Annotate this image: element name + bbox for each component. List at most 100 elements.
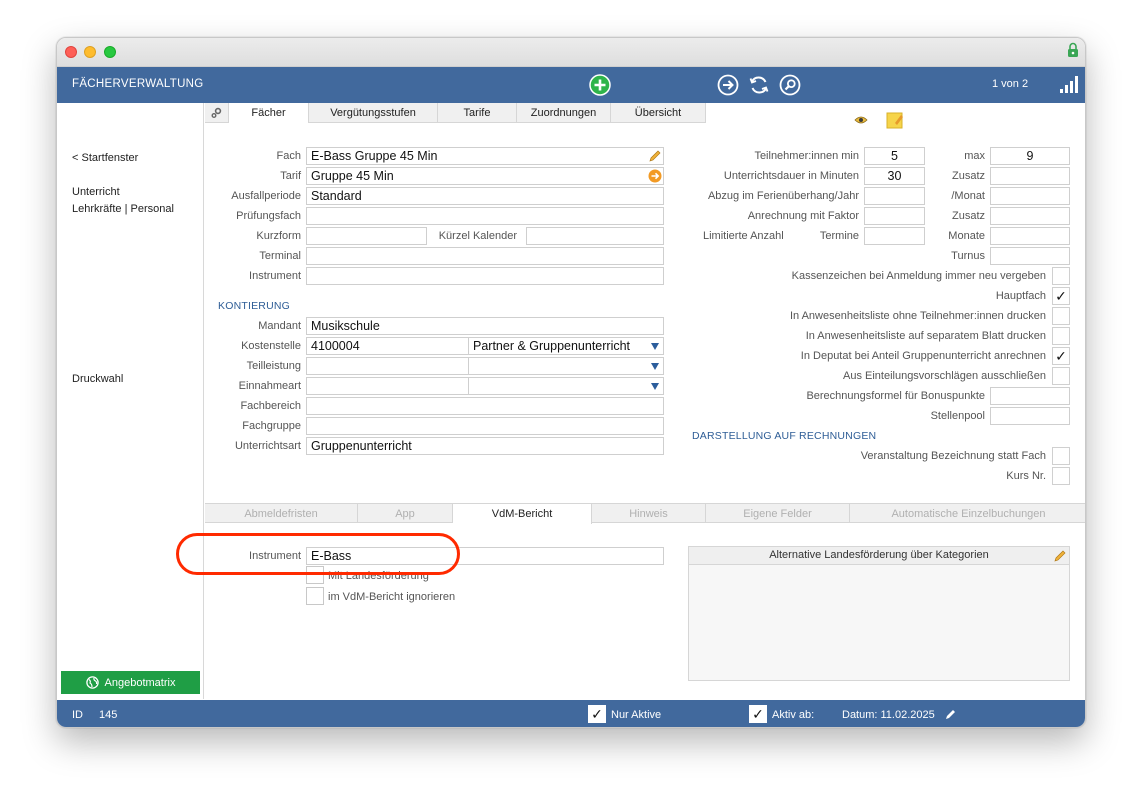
chevron-down-icon <box>651 383 659 390</box>
stellenpool-field[interactable] <box>990 407 1070 425</box>
kostenstelle-select[interactable]: Partner & Gruppenunterricht <box>468 337 664 355</box>
tab-zuordnungen[interactable]: Zuordnungen <box>517 103 611 122</box>
veranstaltung-label: Veranstaltung Bezeichnung statt Fach <box>860 450 1046 462</box>
einnahmeart-field[interactable] <box>306 377 469 395</box>
eye-icon[interactable] <box>854 115 868 125</box>
mandant-field[interactable]: Musikschule <box>306 317 664 335</box>
unterrichtsart-label: Unterrichtsart <box>234 440 301 452</box>
fachgruppe-label: Fachgruppe <box>242 420 301 432</box>
monat-label: /Monat <box>951 190 985 202</box>
terminal-label: Terminal <box>259 250 301 262</box>
tarif-field[interactable]: Gruppe 45 Min <box>306 167 664 185</box>
einteilung-label: Aus Einteilungsvorschlägen ausschließen <box>842 370 1046 382</box>
teilleistung-field[interactable] <box>306 357 469 375</box>
teilnehmer-min-label: Teilnehmer:innen min <box>754 150 859 162</box>
lock-icon <box>1068 42 1078 57</box>
refresh-button[interactable] <box>747 73 771 97</box>
aktiv-ab-label: Aktiv ab: <box>772 709 815 721</box>
max-field[interactable]: 9 <box>990 147 1070 165</box>
anwesenheit-ohne-tn-label: In Anwesenheitsliste ohne Teilnehmer:inn… <box>789 310 1046 322</box>
kurzform-field[interactable] <box>306 227 427 245</box>
tab-tarife[interactable]: Tarife <box>438 103 517 122</box>
stellenpool-label: Stellenpool <box>930 410 985 422</box>
tab-eigene-felder[interactable]: Eigene Felder <box>706 504 850 523</box>
add-record-button[interactable] <box>588 73 612 97</box>
pruefungsfach-field[interactable] <box>306 207 664 225</box>
kassenzeichen-checkbox[interactable] <box>1052 267 1070 285</box>
nur-aktive-checkbox[interactable]: ✓ <box>588 705 606 723</box>
vdm-ignorieren-label: im VdM-Bericht ignorieren <box>328 591 456 603</box>
einnahmeart-label: Einnahmeart <box>238 380 301 392</box>
panel-title: Alternative Landesförderung über Kategor… <box>689 547 1069 565</box>
kuerzel-kalender-label: Kürzel Kalender <box>438 230 517 242</box>
zusatz-2-label: Zusatz <box>951 210 985 222</box>
sidebar-back-startfenster[interactable]: < Startfenster <box>72 152 138 164</box>
kostenstelle-field[interactable]: 4100004 <box>306 337 469 355</box>
sidebar-item-unterricht[interactable]: Unterricht <box>72 186 120 198</box>
status-footer: ID 145 ✓ Nur Aktive ✓ Aktiv ab: Datum: 1… <box>57 700 1085 727</box>
search-button[interactable] <box>778 73 802 97</box>
tab-automatische-einzelbuchungen[interactable]: Automatische Einzelbuchungen <box>850 504 1085 523</box>
pencil-icon[interactable] <box>648 149 662 163</box>
hauptfach-checkbox[interactable]: ✓ <box>1052 287 1070 305</box>
veranstaltung-checkbox[interactable] <box>1052 447 1070 465</box>
unterrichtsdauer-field[interactable]: 30 <box>864 167 925 185</box>
vdm-ignorieren-checkbox[interactable] <box>306 587 324 605</box>
datum-value: Datum: 11.02.2025 <box>842 709 935 721</box>
pencil-icon[interactable] <box>1053 549 1067 563</box>
instrument-field[interactable] <box>306 267 664 285</box>
tab-app[interactable]: App <box>358 504 453 523</box>
pencil-icon[interactable] <box>945 708 957 720</box>
anrechnung-faktor-field[interactable] <box>864 207 925 225</box>
sidebar-item-lehrkraefte[interactable]: Lehrkräfte | Personal <box>72 203 174 215</box>
anwesenheit-separat-checkbox[interactable] <box>1052 327 1070 345</box>
sidebar-item-druckwahl[interactable]: Druckwahl <box>72 373 123 385</box>
anwesenheit-ohne-tn-checkbox[interactable] <box>1052 307 1070 325</box>
fachgruppe-field[interactable] <box>306 417 664 435</box>
ausfallperiode-field[interactable]: Standard <box>306 187 664 205</box>
max-label: max <box>964 150 985 162</box>
fachbereich-field[interactable] <box>306 397 664 415</box>
tab-vdm-bericht[interactable]: VdM-Bericht <box>453 504 592 524</box>
tab-hinweis[interactable]: Hinweis <box>592 504 706 523</box>
abzug-ferien-field[interactable] <box>864 187 925 205</box>
terminal-field[interactable] <box>306 247 664 265</box>
fach-label: Fach <box>276 150 301 162</box>
settings-tab-button[interactable] <box>205 103 229 122</box>
termine-field[interactable] <box>864 227 925 245</box>
top-tabbar: Fächer Vergütungsstufen Tarife Zuordnung… <box>205 103 706 123</box>
einteilung-checkbox[interactable] <box>1052 367 1070 385</box>
bonuspunkte-field[interactable] <box>990 387 1070 405</box>
teilnehmer-min-field[interactable]: 5 <box>864 147 925 165</box>
zusatz-1-field[interactable] <box>990 167 1070 185</box>
tab-verguetungsstufen[interactable]: Vergütungsstufen <box>309 103 438 122</box>
kontierung-heading: KONTIERUNG <box>218 300 291 312</box>
zusatz-2-field[interactable] <box>990 207 1070 225</box>
next-record-button[interactable] <box>716 73 740 97</box>
note-icon[interactable] <box>886 111 904 129</box>
kurs-nr-checkbox[interactable] <box>1052 467 1070 485</box>
signal-bars-icon[interactable] <box>1059 75 1079 94</box>
deputat-checkbox[interactable]: ✓ <box>1052 347 1070 365</box>
zoom-window-button[interactable] <box>104 46 116 58</box>
close-window-button[interactable] <box>65 46 77 58</box>
kuerzel-kalender-field[interactable] <box>526 227 664 245</box>
monate-field[interactable] <box>990 227 1070 245</box>
angebotmatrix-button[interactable]: Angebotmatrix <box>61 671 200 694</box>
unterrichtsart-field[interactable]: Gruppenunterricht <box>306 437 664 455</box>
arrow-right-circle-icon[interactable] <box>648 169 662 183</box>
turnus-field[interactable] <box>990 247 1070 265</box>
tab-faecher[interactable]: Fächer <box>229 103 309 123</box>
arrow-right-circle-icon <box>717 74 739 96</box>
app-header: FÄCHERVERWALTUNG 1 von 2 <box>57 67 1085 103</box>
refresh-icon <box>749 76 769 94</box>
minimize-window-button[interactable] <box>84 46 96 58</box>
monat-field[interactable] <box>990 187 1070 205</box>
tab-abmeldefristen[interactable]: Abmeldefristen <box>205 504 358 523</box>
tab-uebersicht[interactable]: Übersicht <box>611 103 706 122</box>
teilleistung-select[interactable] <box>468 357 664 375</box>
pruefungsfach-label: Prüfungsfach <box>236 210 301 222</box>
einnahmeart-select[interactable] <box>468 377 664 395</box>
aktiv-ab-checkbox[interactable]: ✓ <box>749 705 767 723</box>
fach-field[interactable]: E-Bass Gruppe 45 Min <box>306 147 664 165</box>
